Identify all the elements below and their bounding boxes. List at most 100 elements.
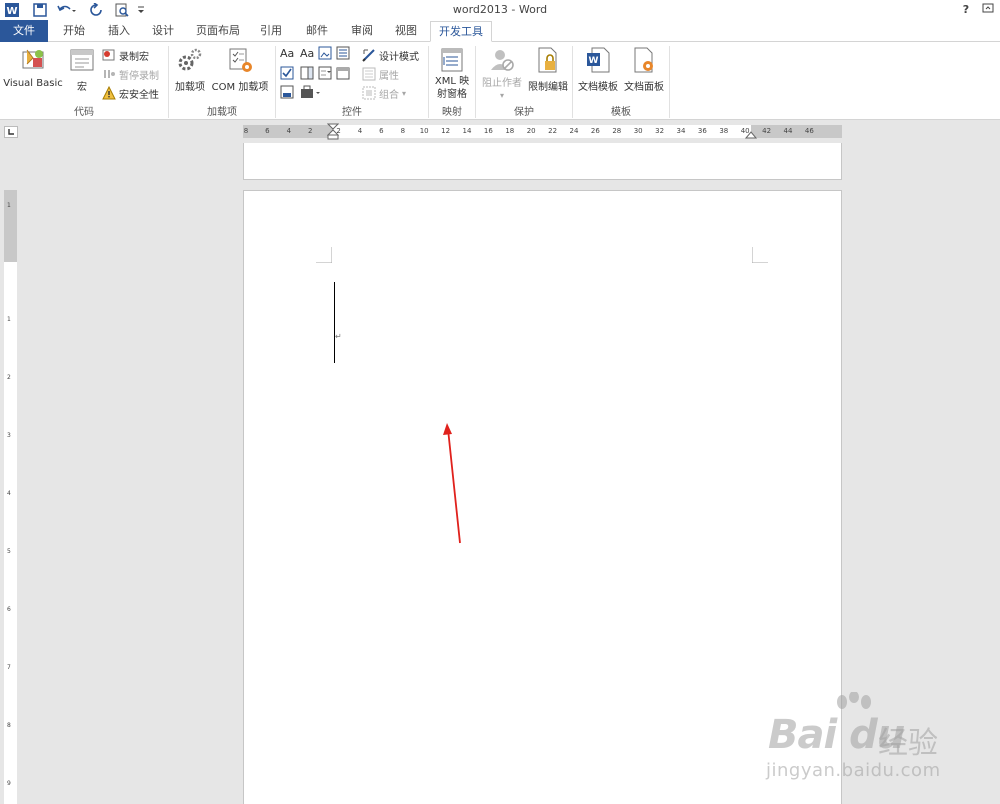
xml-mapping-icon <box>438 46 466 74</box>
properties-icon <box>362 67 376 81</box>
tab-review[interactable]: 审阅 <box>341 21 383 42</box>
ruler-tick-label: 28 <box>612 127 622 135</box>
addins-label: 加载项 <box>175 82 205 93</box>
ruler-tick-label: 30 <box>633 127 643 135</box>
building-block-control-icon[interactable] <box>336 46 352 62</box>
watermark-jingyan: 经验 <box>878 726 938 761</box>
group-addins: 加载项 COM 加载项 加载项 <box>169 42 275 120</box>
document-template-button[interactable]: W 文档模板 <box>575 46 621 93</box>
pause-recording-button[interactable]: 暂停录制 <box>102 66 159 82</box>
document-panel-label: 文档面板 <box>624 82 664 93</box>
group-mapping-label: 映射 <box>442 107 462 118</box>
horizontal-ruler[interactable]: 8 6 4 2 2 4 6 8 10 12 14 16 18 20 22 24 26 28 30 32 34 36 38 40… <box>243 123 842 140</box>
tab-file[interactable]: 文件 <box>0 20 48 42</box>
tab-view[interactable]: 视图 <box>385 21 427 42</box>
ruler-tick-label: 2 <box>7 374 11 381</box>
help-button[interactable]: ? <box>958 2 974 18</box>
tab-references[interactable]: 引用 <box>250 21 292 42</box>
visual-basic-button[interactable]: Visual Basic <box>2 46 64 89</box>
pause-recording-icon <box>102 67 116 81</box>
ruler-tick-label: 9 <box>7 780 11 787</box>
ruler-tick-label: 4 <box>7 490 11 497</box>
ruler-top-margin <box>4 190 17 262</box>
ruler-tick-label: 12 <box>441 127 451 135</box>
group-controls-button[interactable]: 组合 ▾ <box>362 85 406 101</box>
ruler-tick-label: 20 <box>526 127 536 135</box>
ruler-tick-label: 38 <box>719 127 729 135</box>
macros-button[interactable]: 宏 <box>68 46 96 93</box>
com-addins-button[interactable]: COM 加载项 <box>209 46 271 93</box>
ruler-tick-label: 6 <box>379 127 384 135</box>
date-picker-control-icon[interactable] <box>336 66 352 82</box>
tab-mailings[interactable]: 邮件 <box>296 21 338 42</box>
restrict-editing-button[interactable]: 限制编辑 <box>526 46 570 93</box>
block-authors-icon <box>488 46 516 74</box>
picture-control-icon[interactable] <box>318 46 334 62</box>
tab-page-layout[interactable]: 页面布局 <box>188 21 248 42</box>
com-addins-label: COM 加载项 <box>211 82 269 93</box>
restrict-editing-icon <box>534 46 562 74</box>
group-protect: 阻止作者 ▾ 限制编辑 保护 <box>476 42 572 120</box>
ruler-tick-label: 32 <box>655 127 665 135</box>
ruler-tick-label: 16 <box>483 127 493 135</box>
xml-mapping-pane-button[interactable]: XML 映 射窗格 <box>431 46 473 101</box>
properties-button[interactable]: 属性 <box>362 66 399 82</box>
svg-text:W: W <box>589 56 599 66</box>
right-indent-marker-icon[interactable] <box>745 130 757 139</box>
ruler-tick-label: 8 <box>400 127 406 135</box>
warning-icon <box>102 85 116 100</box>
xml-mapping-label-line1: XML 映 <box>434 76 470 87</box>
indent-marker-icon[interactable] <box>327 123 339 140</box>
ruler-tick-label: 44 <box>783 127 793 135</box>
block-authors-button[interactable]: 阻止作者 ▾ <box>478 46 526 102</box>
group-code-label: 代码 <box>74 107 94 118</box>
ruler-tick-label: 1 <box>7 316 11 323</box>
ruler-tick-label: 3 <box>7 432 11 439</box>
com-addins-icon <box>226 46 254 74</box>
ribbon: Visual Basic 宏 录制宏 暂停录制 宏安全性 代码 加载项 COM … <box>0 42 1000 120</box>
checkbox-control-icon[interactable] <box>280 66 296 82</box>
ruler-tick-label: 10 <box>419 127 429 135</box>
macro-security-button[interactable]: 宏安全性 <box>102 85 159 101</box>
addins-button[interactable]: 加载项 <box>173 46 207 93</box>
xml-mapping-label-line2: 射窗格 <box>437 89 467 100</box>
combo-box-control-icon[interactable] <box>300 66 316 82</box>
record-macro-button[interactable]: 录制宏 <box>102 47 149 63</box>
dropdown-list-control-icon[interactable] <box>318 66 334 82</box>
ruler-tick-label: 7 <box>7 664 11 671</box>
tab-design[interactable]: 设计 <box>142 21 184 42</box>
tab-developer[interactable]: 开发工具 <box>430 21 492 42</box>
document-page[interactable]: ↵ <box>243 190 842 804</box>
block-authors-label: 阻止作者 <box>482 78 522 89</box>
visual-basic-icon <box>19 46 47 74</box>
previous-page-bottom <box>243 143 842 180</box>
rich-text-control-icon[interactable]: Aa <box>280 47 296 63</box>
legacy-tools-icon[interactable] <box>300 85 322 101</box>
ruler-tick-label: 2 <box>307 127 313 135</box>
ruler-tick-label: 36 <box>697 127 707 135</box>
document-panel-button[interactable]: 文档面板 <box>621 46 667 93</box>
visual-basic-label: Visual Basic <box>3 78 63 89</box>
ruler-tick-label: 6 <box>7 606 11 613</box>
vertical-ruler[interactable]: 1 1 2 3 4 5 6 7 8 9 <box>4 190 17 804</box>
ruler-tick-label: 18 <box>505 127 515 135</box>
design-mode-button[interactable]: 设计模式 <box>362 47 419 63</box>
tab-selector-button[interactable] <box>4 126 18 138</box>
record-macro-label: 录制宏 <box>119 51 149 63</box>
window-title: word2013 - Word <box>452 3 548 16</box>
ruler-tick-label: 4 <box>357 127 363 135</box>
chevron-down-icon: ▾ <box>499 91 504 100</box>
ruler-tick-label: 42 <box>762 127 772 135</box>
record-macro-icon <box>102 48 116 62</box>
pause-recording-label: 暂停录制 <box>119 70 159 82</box>
plain-text-control-icon[interactable]: Aa <box>300 47 316 63</box>
ruler-tick-label: 26 <box>590 127 600 135</box>
tab-home[interactable]: 开始 <box>52 21 96 42</box>
ribbon-display-options-button[interactable] <box>980 2 996 18</box>
watermark-url: jingyan.baidu.com <box>766 760 941 781</box>
group-templates-label: 模板 <box>611 107 631 118</box>
tab-insert[interactable]: 插入 <box>98 21 140 42</box>
repeating-section-control-icon[interactable] <box>280 85 296 101</box>
group-code: Visual Basic 宏 录制宏 暂停录制 宏安全性 代码 <box>0 42 168 120</box>
group-controls: Aa Aa 设计模式 属性 组合 ▾ 控件 <box>276 42 428 120</box>
